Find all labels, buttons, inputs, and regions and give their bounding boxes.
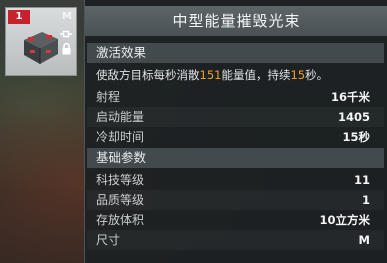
stat-value: 11 bbox=[353, 173, 370, 187]
stat-value: 1405 bbox=[337, 110, 370, 124]
stat-value: 1 bbox=[361, 193, 370, 207]
stat-label: 启动能量 bbox=[96, 110, 145, 124]
stat-row-tech-level: 科技等级 11 bbox=[87, 170, 384, 190]
description-duration-value: 15 bbox=[290, 68, 306, 82]
section-base-parameters: 基础参数 bbox=[87, 148, 384, 168]
item-info-panel: 中型能量摧毁光束 激活效果 使敌方目标每秒消散151能量值，持续15秒。 射程 … bbox=[84, 0, 387, 263]
stat-value: 10立方米 bbox=[319, 213, 370, 227]
item-name-title: 中型能量摧毁光束 bbox=[172, 12, 301, 30]
stat-row-size: 尺寸 M bbox=[87, 230, 384, 250]
description-text: 秒。 bbox=[305, 68, 329, 82]
description-energy-value: 151 bbox=[199, 68, 222, 82]
stat-label: 品质等级 bbox=[96, 193, 145, 207]
stat-row-storage-volume: 存放体积 10立方米 bbox=[87, 210, 384, 230]
stat-row-activation-energy: 启动能量 1405 bbox=[87, 107, 384, 127]
effect-description: 使敌方目标每秒消散151能量值，持续15秒。 bbox=[96, 66, 381, 84]
stat-label: 尺寸 bbox=[96, 233, 121, 247]
stat-row-cooldown: 冷却时间 15秒 bbox=[87, 127, 384, 147]
stat-value: M bbox=[358, 233, 370, 247]
section-activation-effect: 激活效果 bbox=[87, 43, 384, 63]
stat-label: 射程 bbox=[96, 90, 121, 104]
stat-label: 冷却时间 bbox=[96, 130, 145, 144]
stat-row-quality-level: 品质等级 1 bbox=[87, 190, 384, 210]
energy-neutralizer-module-icon bbox=[24, 32, 58, 64]
stat-label: 科技等级 bbox=[96, 173, 145, 187]
stat-row-range: 射程 16千米 bbox=[87, 87, 384, 107]
panel-header: 中型能量摧毁光束 bbox=[85, 6, 387, 36]
stat-value: 15秒 bbox=[342, 130, 370, 144]
item-icon-tile[interactable]: 1 M bbox=[5, 7, 77, 76]
description-text: 能量值，持续 bbox=[221, 68, 291, 82]
stat-value: 16千米 bbox=[330, 90, 370, 104]
stat-label: 存放体积 bbox=[96, 213, 145, 227]
item-size-label: M bbox=[62, 11, 72, 22]
description-text: 使敌方目标每秒消散 bbox=[96, 68, 200, 82]
